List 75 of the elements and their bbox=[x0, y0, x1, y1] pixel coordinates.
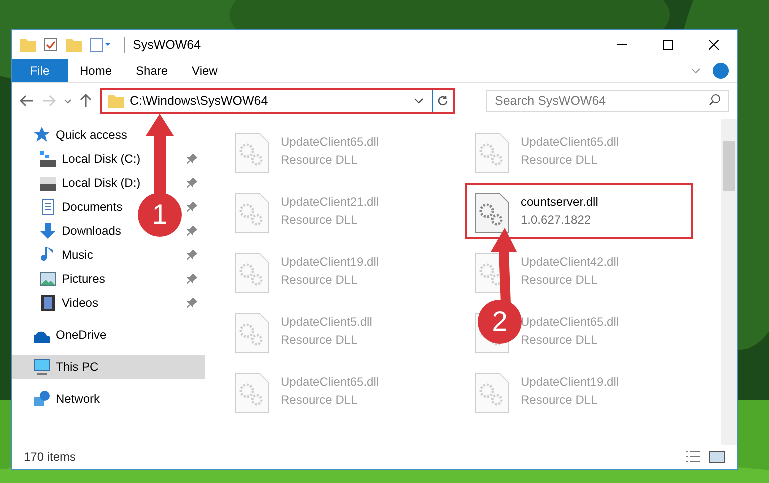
sidebar-item[interactable]: Network bbox=[34, 390, 100, 408]
star-icon bbox=[34, 127, 50, 143]
file-name: UpdateClient19.dll bbox=[521, 374, 620, 391]
window-title: SysWOW64 bbox=[124, 36, 202, 52]
music-note-icon bbox=[40, 247, 56, 263]
file-detail: Resource DLL bbox=[281, 332, 359, 349]
file-detail: Resource DLL bbox=[281, 212, 359, 229]
chevron-down-icon[interactable] bbox=[414, 98, 424, 104]
file-name: UpdateClient65.dll bbox=[521, 134, 620, 151]
file-tab[interactable]: File bbox=[12, 59, 68, 82]
sidebar-item[interactable]: This PC bbox=[34, 358, 99, 376]
maximize-icon bbox=[663, 40, 673, 50]
scrollbar[interactable] bbox=[721, 119, 737, 445]
file-detail: Resource DLL bbox=[281, 392, 359, 409]
file-icon bbox=[235, 313, 269, 353]
file-name: UpdateClient65.dll bbox=[521, 314, 620, 331]
properties-icon[interactable] bbox=[44, 38, 58, 52]
file-detail: Resource DLL bbox=[281, 152, 359, 169]
sidebar-item[interactable]: Music bbox=[40, 246, 94, 264]
up-arrow-icon[interactable] bbox=[80, 94, 92, 108]
file-detail: Resource DLL bbox=[521, 152, 599, 169]
close-icon bbox=[709, 40, 719, 50]
file-detail: 1.0.627.1822 bbox=[521, 212, 592, 229]
customize-icon[interactable] bbox=[90, 38, 112, 52]
search-field[interactable]: Search SysWOW64 bbox=[486, 90, 729, 112]
drive-icon bbox=[40, 175, 56, 191]
folder-icon bbox=[108, 94, 124, 108]
file-detail: Resource DLL bbox=[521, 332, 599, 349]
sidebar-item[interactable]: Local Disk (D:) bbox=[40, 174, 141, 192]
item-count: 170 items bbox=[24, 449, 76, 466]
sidebar-item[interactable]: Quick access bbox=[34, 126, 128, 144]
file-name: UpdateClient21.dll bbox=[281, 194, 380, 211]
file-item[interactable]: countserver.dll 1.0.627.1822 bbox=[465, 183, 693, 239]
sidebar-item[interactable]: Pictures bbox=[40, 270, 106, 288]
file-icon bbox=[235, 193, 269, 233]
file-detail: Resource DLL bbox=[281, 272, 359, 289]
network-icon bbox=[34, 391, 50, 407]
sidebar-item[interactable]: Videos bbox=[40, 294, 98, 312]
sidebar-item[interactable]: Local Disk (C:) bbox=[40, 150, 141, 168]
file-name: UpdateClient42.dll bbox=[521, 254, 620, 271]
file-icon bbox=[475, 193, 509, 233]
ribbon-tab[interactable]: Home bbox=[68, 59, 124, 82]
file-icon bbox=[475, 133, 509, 173]
file-detail: Resource DLL bbox=[521, 272, 599, 289]
scrollbar-thumb[interactable] bbox=[723, 141, 735, 191]
details-view-icon[interactable] bbox=[685, 451, 701, 463]
file-name: UpdateClient19.dll bbox=[281, 254, 380, 271]
drive-icon bbox=[40, 151, 56, 167]
film-icon bbox=[40, 295, 56, 311]
refresh-icon[interactable] bbox=[437, 95, 449, 107]
file-icon bbox=[235, 253, 269, 293]
large-icons-view-icon[interactable] bbox=[709, 451, 725, 463]
ribbon-tab[interactable]: View bbox=[180, 59, 230, 82]
file-icon bbox=[475, 373, 509, 413]
caret-icon[interactable] bbox=[64, 98, 72, 104]
minimize-icon bbox=[617, 44, 627, 45]
file-name: countserver.dll bbox=[521, 194, 598, 211]
sidebar-item[interactable]: OneDrive bbox=[34, 326, 107, 344]
search-icon bbox=[709, 94, 721, 106]
sidebar-item[interactable]: Documents bbox=[40, 198, 123, 216]
file-detail: Resource DLL bbox=[521, 392, 599, 409]
file-icon bbox=[235, 373, 269, 413]
download-icon bbox=[40, 223, 56, 239]
file-name: UpdateClient65.dll bbox=[281, 134, 380, 151]
back-arrow-icon[interactable] bbox=[20, 95, 34, 107]
sidebar-item[interactable]: Downloads bbox=[40, 222, 122, 240]
address-bar[interactable]: C:\Windows\SysWOW64 bbox=[100, 88, 455, 114]
monitor-icon bbox=[34, 359, 50, 375]
ribbon-tab[interactable]: Share bbox=[124, 59, 180, 82]
file-icon bbox=[235, 133, 269, 173]
file-name: UpdateClient65.dll bbox=[281, 374, 380, 391]
folder-icon bbox=[20, 38, 36, 52]
document-icon bbox=[40, 199, 56, 215]
image-icon bbox=[40, 271, 56, 287]
file-name: UpdateClient5.dll bbox=[281, 314, 372, 331]
